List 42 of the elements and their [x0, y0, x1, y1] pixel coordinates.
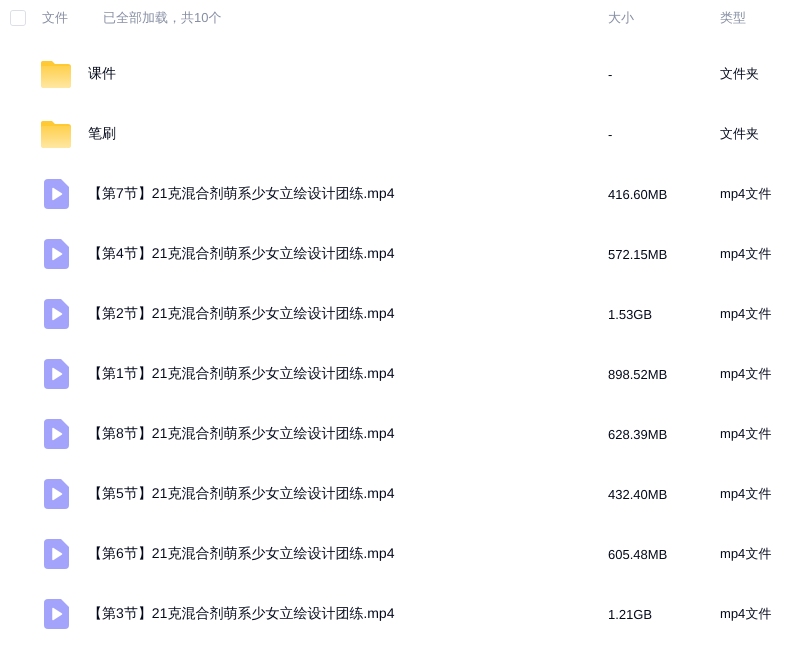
- file-size: 628.39MB: [608, 426, 668, 442]
- file-type: mp4文件: [720, 185, 772, 203]
- file-size: 605.48MB: [608, 546, 668, 562]
- file-size: 432.40MB: [608, 486, 668, 502]
- file-type: mp4文件: [720, 605, 772, 623]
- file-size: 416.60MB: [608, 186, 668, 202]
- file-name[interactable]: 【第1节】21克混合剂萌系少女立绘设计团练.mp4: [88, 365, 394, 383]
- file-type: mp4文件: [720, 545, 772, 563]
- file-type: mp4文件: [720, 305, 772, 323]
- file-name[interactable]: 【第2节】21克混合剂萌系少女立绘设计团练.mp4: [88, 305, 394, 323]
- file-type: mp4文件: [720, 485, 772, 503]
- video-file-icon: [44, 299, 68, 329]
- file-size: 898.52MB: [608, 366, 668, 382]
- video-file-icon: [44, 479, 68, 509]
- video-file-icon: [44, 419, 68, 449]
- video-file-icon: [44, 539, 68, 569]
- file-size: 1.53GB: [608, 306, 654, 322]
- file-size: -: [608, 66, 614, 82]
- video-file-icon: [44, 179, 68, 209]
- file-name[interactable]: 课件: [88, 65, 116, 83]
- file-size: -: [608, 126, 614, 142]
- file-type: 文件夹: [720, 65, 760, 83]
- file-name[interactable]: 【第4节】21克混合剂萌系少女立绘设计团练.mp4: [88, 245, 394, 263]
- video-file-icon: [44, 359, 68, 389]
- file-name[interactable]: 【第6节】21克混合剂萌系少女立绘设计团练.mp4: [88, 545, 394, 563]
- file-type: mp4文件: [720, 365, 772, 383]
- folder-icon: [41, 120, 71, 148]
- file-name[interactable]: 【第8节】21克混合剂萌系少女立绘设计团练.mp4: [88, 425, 394, 443]
- file-name[interactable]: 【第5节】21克混合剂萌系少女立绘设计团练.mp4: [88, 485, 394, 503]
- file-type: mp4文件: [720, 425, 772, 443]
- file-type: 文件夹: [720, 125, 760, 143]
- video-file-icon: [44, 239, 68, 269]
- file-type: mp4文件: [720, 245, 772, 263]
- load-status-text: 已全部加载，共10个: [103, 9, 222, 27]
- file-size: 572.15MB: [608, 246, 668, 262]
- video-file-icon: [44, 599, 68, 629]
- file-name[interactable]: 【第3节】21克混合剂萌系少女立绘设计团练.mp4: [88, 605, 394, 623]
- select-all-checkbox[interactable]: [10, 10, 26, 26]
- file-size: 1.21GB: [608, 606, 654, 622]
- folder-icon: [41, 60, 71, 88]
- file-name[interactable]: 笔刷: [88, 125, 116, 143]
- file-name[interactable]: 【第7节】21克混合剂萌系少女立绘设计团练.mp4: [88, 185, 394, 203]
